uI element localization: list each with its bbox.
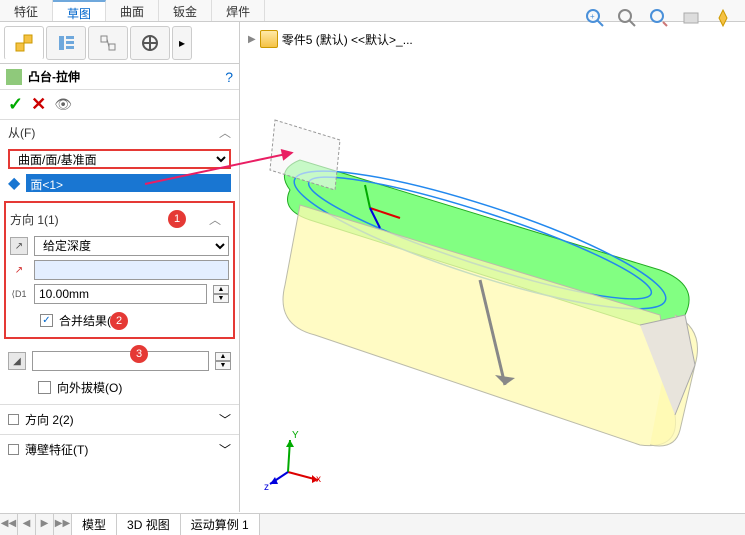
bottom-tab-motion[interactable]: 运动算例 1 bbox=[181, 514, 260, 535]
depth-spinner[interactable]: ▲ ▼ bbox=[213, 285, 229, 303]
direction1-label: 方向 1(1) bbox=[10, 211, 59, 228]
tab-nav-prev[interactable]: ◀ bbox=[18, 514, 36, 535]
from-header[interactable]: 从(F) ︿ bbox=[0, 120, 239, 145]
chevron-down-icon[interactable]: ﹀ bbox=[219, 441, 231, 458]
expand-checkbox[interactable] bbox=[8, 444, 19, 455]
bottom-tabs: ◀◀ ◀ ▶ ▶▶ 模型 3D 视图 运动算例 1 bbox=[0, 513, 745, 535]
feature-title: 凸台-拉伸 bbox=[28, 68, 225, 85]
ribbon-tab-weldment[interactable]: 焊件 bbox=[212, 0, 265, 21]
draft-outward-label: 向外拔模(O) bbox=[57, 379, 122, 396]
collapse-icon[interactable]: ︿ bbox=[219, 124, 231, 141]
direction2-section-header[interactable]: 方向 2(2) ﹀ bbox=[0, 404, 239, 434]
spin-up-icon[interactable]: ▲ bbox=[213, 285, 229, 294]
preview-icon[interactable]: 👁 bbox=[54, 96, 72, 113]
help-icon[interactable]: ? bbox=[225, 69, 233, 85]
merge-checkbox[interactable]: ✓ bbox=[40, 314, 53, 327]
tab-nav-first[interactable]: ◀◀ bbox=[0, 514, 18, 535]
bottom-tab-3dview[interactable]: 3D 视图 bbox=[117, 514, 181, 535]
display-style-icon[interactable] bbox=[711, 6, 735, 30]
direction-selection-field[interactable] bbox=[34, 260, 229, 280]
bottom-tab-model[interactable]: 模型 bbox=[72, 514, 117, 535]
tab-nav-last[interactable]: ▶▶ bbox=[54, 514, 72, 535]
breadcrumb-part-name[interactable]: 零件5 (默认) <<默认>_... bbox=[282, 31, 413, 48]
svg-text:+: + bbox=[590, 12, 595, 21]
section-view-icon[interactable] bbox=[679, 6, 703, 30]
breadcrumb: ▶ 零件5 (默认) <<默认>_... bbox=[248, 30, 413, 48]
axis-y-label: Y bbox=[292, 430, 299, 441]
cancel-button[interactable]: ✕ bbox=[31, 94, 46, 115]
config-manager-tab[interactable] bbox=[88, 26, 128, 60]
feature-title-row: 凸台-拉伸 ? bbox=[0, 64, 239, 90]
zoom-area-icon[interactable] bbox=[615, 6, 639, 30]
selection-diamond-icon: ◆ bbox=[8, 173, 20, 193]
spin-up-icon[interactable]: ▲ bbox=[215, 352, 231, 361]
draft-angle-input[interactable] bbox=[32, 351, 209, 371]
tab-nav: ◀◀ ◀ ▶ ▶▶ bbox=[0, 514, 72, 535]
axis-z-label: z bbox=[264, 482, 269, 493]
confirm-row: ✓ ✕ 👁 bbox=[0, 90, 239, 119]
ribbon-tab-sheetmetal[interactable]: 钣金 bbox=[159, 0, 212, 21]
breadcrumb-arrow-icon: ▶ bbox=[248, 34, 256, 45]
ribbon-tab-sketch[interactable]: 草图 bbox=[53, 0, 106, 21]
from-section: 从(F) ︿ 曲面/面/基准面 ◆ 面<1> bbox=[0, 119, 239, 197]
panel-tabs: ▸ bbox=[0, 22, 239, 64]
view-triad[interactable]: x Y z bbox=[268, 432, 328, 492]
feature-manager-tab[interactable] bbox=[4, 26, 44, 60]
draft-spinner[interactable]: ▲ ▼ bbox=[215, 352, 231, 370]
tab-nav-next[interactable]: ▶ bbox=[36, 514, 54, 535]
callout-3: 3 bbox=[130, 345, 148, 363]
dimxpert-tab[interactable] bbox=[130, 26, 170, 60]
ribbon-tab-feature[interactable]: 特征 bbox=[0, 0, 53, 21]
thinfeature-label: 薄壁特征(T) bbox=[25, 441, 88, 458]
direction-arrow-icon: ↗ bbox=[10, 261, 28, 279]
part-icon bbox=[260, 30, 278, 48]
reverse-direction-icon[interactable]: ↗ bbox=[10, 237, 28, 255]
chevron-down-icon[interactable]: ﹀ bbox=[219, 411, 231, 428]
spin-down-icon[interactable]: ▼ bbox=[215, 361, 231, 370]
ribbon-tab-surface[interactable]: 曲面 bbox=[106, 0, 159, 21]
draft-outward-checkbox[interactable] bbox=[38, 381, 51, 394]
extrude-icon bbox=[6, 69, 22, 85]
thinfeature-section-header[interactable]: 薄壁特征(T) ﹀ bbox=[0, 434, 239, 464]
tab-overflow[interactable]: ▸ bbox=[172, 26, 192, 60]
from-label: 从(F) bbox=[8, 124, 35, 141]
view-toolbar: + bbox=[583, 6, 735, 30]
callout-2: 2 bbox=[110, 312, 128, 330]
from-condition-dropdown[interactable]: 曲面/面/基准面 bbox=[8, 149, 231, 169]
callout-1: 1 bbox=[168, 210, 186, 228]
property-manager-tab[interactable] bbox=[46, 26, 86, 60]
end-condition-dropdown[interactable]: 给定深度 bbox=[34, 236, 229, 256]
property-manager-panel: ▸ 凸台-拉伸 ? ✓ ✕ 👁 从(F) ︿ 曲面/面/基准面 ◆ 面<1> 方… bbox=[0, 22, 240, 512]
spin-down-icon[interactable]: ▼ bbox=[213, 294, 229, 303]
depth-input[interactable] bbox=[34, 284, 207, 304]
collapse-icon[interactable]: ︿ bbox=[209, 211, 221, 228]
depth-icon: ⟨D1 bbox=[10, 285, 28, 303]
draft-icon[interactable]: ◢ bbox=[8, 352, 26, 370]
axis-x-label: x bbox=[316, 474, 321, 485]
expand-checkbox[interactable] bbox=[8, 414, 19, 425]
direction2-label: 方向 2(2) bbox=[25, 411, 74, 428]
ok-button[interactable]: ✓ bbox=[8, 94, 23, 115]
previous-view-icon[interactable] bbox=[647, 6, 671, 30]
zoom-fit-icon[interactable]: + bbox=[583, 6, 607, 30]
from-selection-field[interactable]: 面<1> bbox=[26, 174, 231, 192]
